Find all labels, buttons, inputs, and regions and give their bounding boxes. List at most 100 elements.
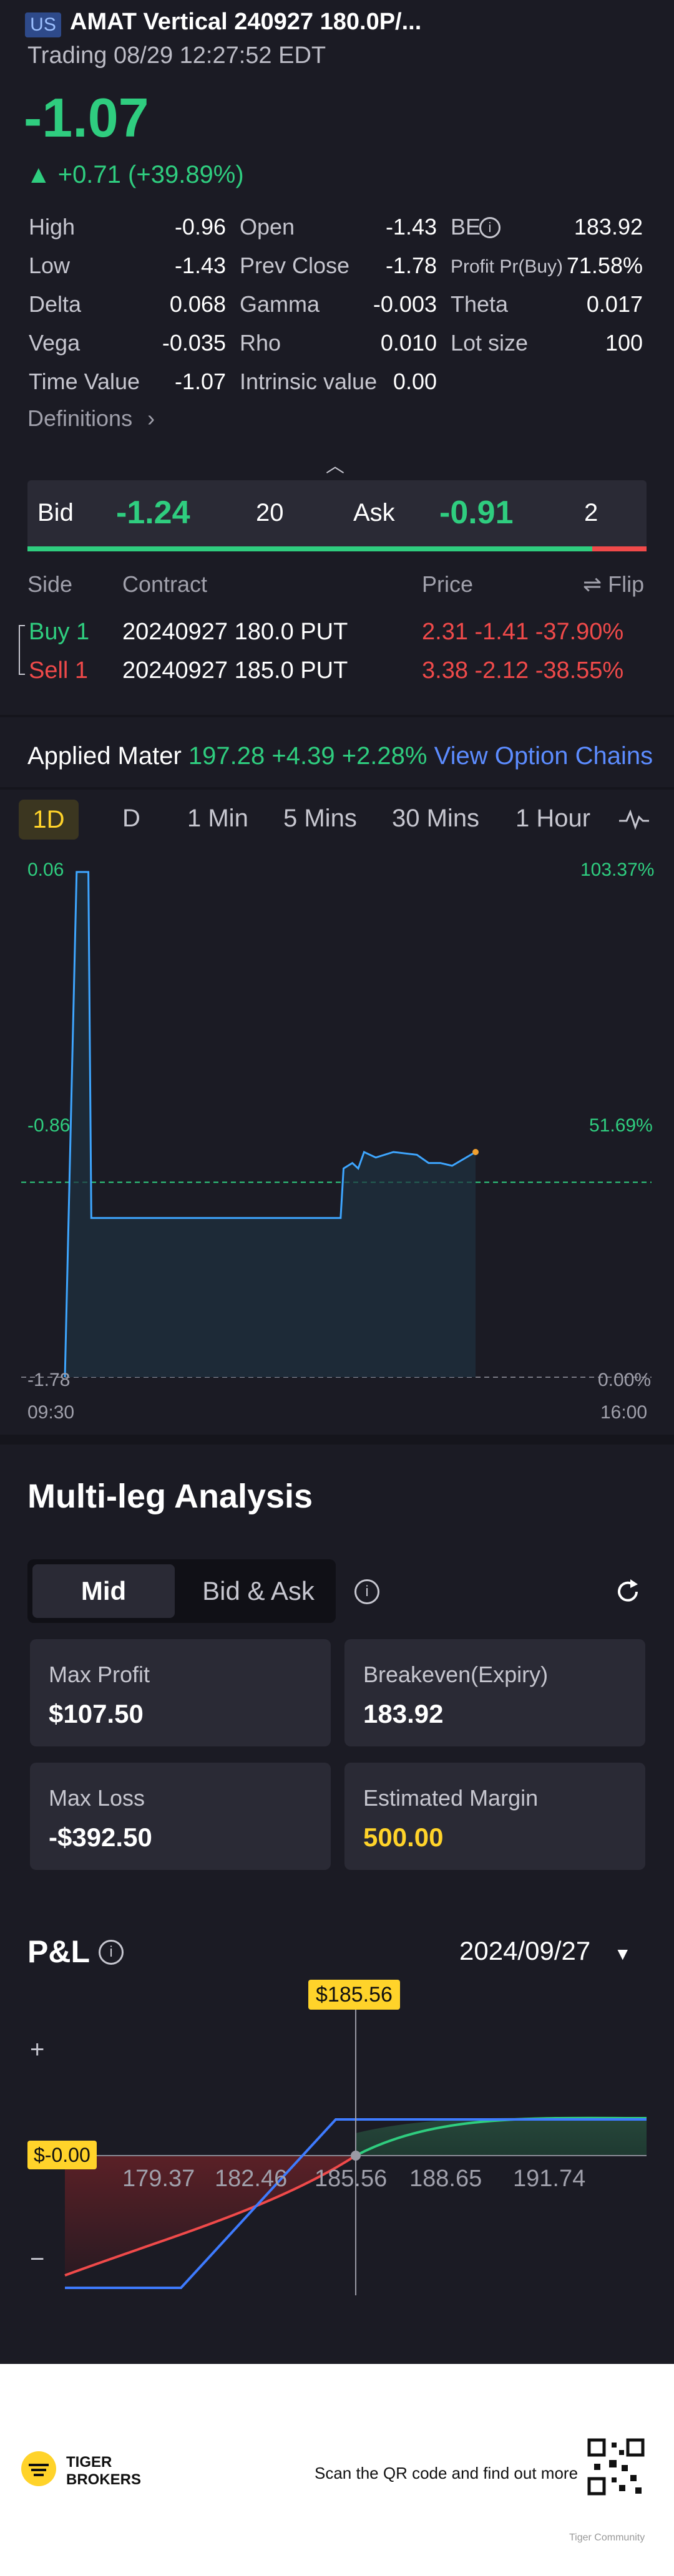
pnl-x-tick: 182.46	[215, 2166, 288, 2192]
stat-label: Open	[240, 214, 295, 240]
series-area	[65, 872, 476, 1377]
card-label: Estimated Margin	[363, 1785, 539, 1811]
y-tick-right: 0.00%	[598, 1370, 652, 1390]
stat-value: 100	[605, 330, 643, 356]
stat-label: Profit Pr(Buy)	[451, 256, 564, 277]
refresh-icon[interactable]	[613, 1577, 643, 1607]
x-tick: 09:30	[27, 1402, 75, 1423]
underlying-row: Applied Mater 197.28 +4.39 +2.28% View O…	[27, 742, 653, 770]
stat-value: 0.068	[169, 291, 226, 317]
expiry-date-select[interactable]: 2024/09/27 ▼	[459, 1936, 632, 1966]
tab-d[interactable]: D	[122, 805, 140, 833]
view-option-chains-link[interactable]: View Option Chains	[434, 742, 653, 770]
stat-label: Vega	[29, 330, 81, 356]
leg-contract[interactable]: 20240927 180.0 PUT	[122, 619, 348, 646]
last-point-dot	[472, 1149, 479, 1156]
stat-value: 0.00	[393, 369, 437, 394]
qr-code[interactable]	[587, 2438, 645, 2496]
ask-volume-bar	[592, 546, 647, 551]
stat-value: 0.017	[586, 291, 643, 317]
pnl-chart	[64, 2008, 647, 2295]
expiry-date: 2024/09/27	[459, 1936, 591, 1965]
info-icon[interactable]: i	[99, 1940, 124, 1965]
ask-price[interactable]: -0.91	[439, 494, 514, 531]
stat-value: 71.58%	[566, 253, 643, 278]
definitions-link[interactable]: Definitions ›	[27, 405, 155, 432]
pnl-x-tick: 185.56	[315, 2166, 388, 2192]
y-tick-left: -0.86	[27, 1115, 71, 1136]
last-price: -1.07	[24, 87, 149, 148]
zero-pnl-badge: $-0.00	[27, 2141, 97, 2169]
tab-1d[interactable]: 1D	[19, 800, 79, 840]
stat-label: Delta	[29, 291, 82, 317]
leg-bracket	[19, 625, 25, 675]
price-header: Price	[422, 571, 474, 597]
ask-size: 2	[584, 499, 598, 526]
option-title[interactable]: AMAT Vertical 240927 180.0P/...	[70, 9, 421, 36]
tab-1-hour[interactable]: 1 Hour	[515, 805, 590, 833]
bid-ask-panel: Bid -1.24 20 Ask -0.91 2	[27, 480, 647, 549]
multileg-title: Multi-leg Analysis	[27, 1478, 313, 1515]
watermark-text: Tiger Community	[569, 2532, 645, 2543]
stat-label: Prev Close	[240, 253, 350, 278]
pnl-x-tick: 179.37	[122, 2166, 195, 2192]
stat-value: 0.010	[380, 330, 437, 356]
card-value: 500.00	[363, 1823, 444, 1852]
collapse-chevron-icon[interactable]: ︿	[326, 450, 344, 478]
ask-label: Ask	[353, 499, 395, 526]
card-label: Breakeven(Expiry)	[363, 1662, 549, 1687]
stat-value: -1.43	[385, 214, 437, 240]
leg-contract[interactable]: 20240927 185.0 PUT	[122, 657, 348, 684]
stat-value: -0.96	[174, 214, 226, 240]
stat-label: Low	[29, 253, 71, 278]
estimated-margin-card: Estimated Margin 500.00	[344, 1763, 645, 1870]
stat-label: High	[29, 214, 76, 240]
tab-5-mins[interactable]: 5 Mins	[283, 805, 357, 833]
promo-footer: TIGER BROKERS Scan the QR code and find …	[0, 2364, 674, 2576]
stat-value: -1.43	[174, 253, 226, 278]
tab-30-mins[interactable]: 30 Mins	[392, 805, 479, 833]
card-value: $107.50	[49, 1699, 144, 1728]
zoom-in-button[interactable]: +	[30, 2036, 44, 2064]
underlying-name: Applied Mater	[27, 742, 182, 770]
stat-label: Theta	[451, 291, 509, 317]
tiger-logo-icon	[21, 2451, 56, 2486]
bid-size: 20	[256, 499, 284, 526]
x-tick: 16:00	[600, 1402, 648, 1423]
info-icon[interactable]: i	[354, 1579, 379, 1604]
stat-value: -0.003	[373, 291, 437, 317]
bid-volume-bar	[27, 546, 592, 551]
side-header: Side	[27, 571, 73, 597]
section-divider	[0, 1435, 674, 1445]
cursor-price-badge: $185.56	[308, 1980, 400, 2010]
indicator-wave-icon[interactable]	[618, 808, 650, 831]
leg-side-buy: Buy 1	[29, 619, 90, 645]
mode-bid-ask-button[interactable]: Bid & Ask	[187, 1564, 330, 1618]
mode-mid-button[interactable]: Mid	[32, 1564, 175, 1618]
breakeven-card: Breakeven(Expiry) 183.92	[344, 1639, 645, 1746]
definitions-label: Definitions	[27, 405, 133, 431]
stat-label: Intrinsic value	[240, 369, 378, 394]
pnl-x-tick: 188.65	[409, 2166, 482, 2192]
tab-1-min[interactable]: 1 Min	[187, 805, 248, 833]
zoom-out-button[interactable]: −	[30, 2245, 44, 2273]
stat-label: Gamma	[240, 291, 320, 317]
qr-cta: Scan the QR code and find out more	[315, 2464, 579, 2482]
info-icon[interactable]: i	[479, 217, 501, 238]
card-label: Max Profit	[49, 1662, 150, 1687]
contract-header: Contract	[122, 571, 208, 597]
chevron-right-icon: ›	[147, 405, 155, 431]
trading-status: Trading 08/29 12:27:52 EDT	[27, 42, 326, 69]
max-profit-card: Max Profit $107.50	[30, 1639, 331, 1746]
stat-label: Rho	[240, 330, 281, 356]
y-tick-left: 0.06	[27, 859, 64, 880]
section-divider	[0, 787, 674, 790]
stat-value: -1.78	[385, 253, 437, 278]
stat-value: -1.07	[174, 369, 226, 394]
y-tick-right: 103.37%	[580, 859, 655, 880]
bid-price[interactable]: -1.24	[116, 494, 190, 531]
flip-button[interactable]: ⇌ Flip	[583, 571, 644, 598]
y-tick-right: 51.69%	[589, 1115, 653, 1136]
cursor-dot	[351, 2151, 361, 2161]
intraday-chart	[21, 871, 652, 1378]
